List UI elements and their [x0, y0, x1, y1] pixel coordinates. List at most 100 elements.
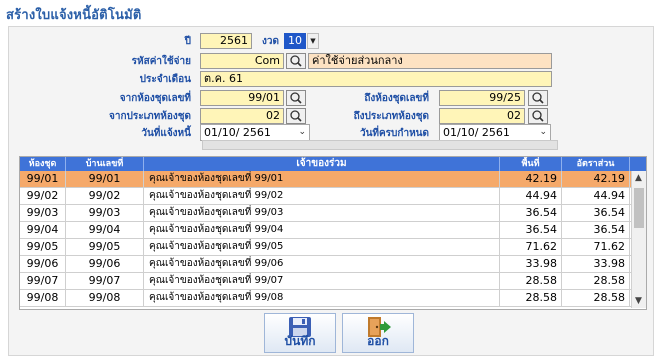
due-date-value: 01/10/ 2561: [443, 126, 510, 139]
cell-owner: คุณเจ้าของห้องชุดเลขที่ 99/08: [144, 290, 500, 306]
scroll-up-icon[interactable]: ▲: [635, 173, 642, 183]
save-button[interactable]: บันทึก: [264, 313, 336, 353]
col-header-ratio[interactable]: อัตราส่วน: [562, 157, 630, 171]
cell-room: 99/05: [20, 239, 66, 255]
cell-room: 99/03: [20, 205, 66, 221]
table-row[interactable]: 99/05 99/05 คุณเจ้าของห้องชุดเลขที่ 99/05 7…: [20, 239, 646, 256]
exit-button-label: ออก: [367, 334, 389, 348]
magnifier-icon: [290, 92, 302, 104]
cell-house-no: 99/02: [66, 188, 144, 204]
year-field[interactable]: 2561: [200, 33, 252, 49]
to-room-search-button[interactable]: [528, 90, 548, 106]
from-type-search-button[interactable]: [286, 108, 306, 124]
col-header-room[interactable]: ห้องชุด: [20, 157, 66, 171]
cell-house-no: 99/08: [66, 290, 144, 306]
expense-search-button[interactable]: [286, 53, 306, 69]
cell-ratio: 36.54: [562, 205, 630, 221]
magnifier-icon: [532, 110, 544, 122]
cell-ratio: 44.94: [562, 188, 630, 204]
cell-area: 42.19: [500, 171, 562, 187]
magnifier-icon: [290, 55, 302, 67]
chevron-down-icon[interactable]: ⌄: [539, 125, 547, 140]
chevron-down-icon[interactable]: ▼: [307, 33, 319, 49]
cell-area: 33.98: [500, 256, 562, 272]
expense-code-label: รหัสค่าใช้จ่าย: [131, 56, 191, 67]
to-type-search-button[interactable]: [528, 108, 548, 124]
cell-house-no: 99/05: [66, 239, 144, 255]
from-type-label: จากประเภทห้องชุด: [109, 111, 191, 122]
cell-area: 28.58: [500, 290, 562, 306]
cell-area: 28.58: [500, 273, 562, 289]
scroll-down-icon[interactable]: ▼: [635, 296, 642, 306]
year-label: ปี: [184, 36, 191, 47]
table-row[interactable]: 99/03 99/03 คุณเจ้าของห้องชุดเลขที่ 99/03 3…: [20, 205, 646, 222]
col-header-area[interactable]: พื้นที่: [500, 157, 562, 171]
from-room-search-button[interactable]: [286, 90, 306, 106]
magnifier-icon: [532, 92, 544, 104]
owners-grid[interactable]: ห้องชุด บ้านเลขที่ เจ้าของร่วม พื้นที่ อ…: [19, 156, 647, 310]
to-room-field[interactable]: 99/25: [439, 90, 525, 106]
from-type-field[interactable]: 02: [200, 108, 284, 124]
month-label: ประจำเดือน: [139, 74, 191, 85]
notify-date-picker[interactable]: 01/10/ 2561 ⌄: [200, 124, 310, 141]
cell-area: 36.54: [500, 205, 562, 221]
notify-date-label: วันที่แจ้งหนี้: [141, 128, 191, 139]
form-panel: ปี 2561 งวด 10 ▼ รหัสค่าใช้จ่าย Com ค่าใ…: [8, 26, 654, 356]
cell-room: 99/08: [20, 290, 66, 306]
expense-name-field: ค่าใช้จ่ายส่วนกลาง: [308, 53, 552, 69]
table-row[interactable]: 99/06 99/06 คุณเจ้าของห้องชุดเลขที่ 99/06 3…: [20, 256, 646, 273]
cell-owner: คุณเจ้าของห้องชุดเลขที่ 99/07: [144, 273, 500, 289]
cell-room: 99/01: [20, 171, 66, 187]
save-button-label: บันทึก: [284, 334, 316, 348]
col-header-owner[interactable]: เจ้าของร่วม: [144, 157, 500, 171]
month-field[interactable]: ต.ค. 61: [200, 71, 552, 87]
cell-room: 99/06: [20, 256, 66, 272]
cell-house-no: 99/01: [66, 171, 144, 187]
notify-date-value: 01/10/ 2561: [204, 126, 271, 139]
table-row[interactable]: 99/02 99/02 คุณเจ้าของห้องชุดเลขที่ 99/02 4…: [20, 188, 646, 205]
cell-house-no: 99/06: [66, 256, 144, 272]
cell-ratio: 33.98: [562, 256, 630, 272]
cell-owner: คุณเจ้าของห้องชุดเลขที่ 99/04: [144, 222, 500, 238]
grid-body: 99/01 99/01 คุณเจ้าของห้องชุดเลขที่ 99/01 4…: [20, 171, 646, 307]
cell-owner: คุณเจ้าของห้องชุดเลขที่ 99/06: [144, 256, 500, 272]
cell-room: 99/04: [20, 222, 66, 238]
cell-house-no: 99/03: [66, 205, 144, 221]
cell-area: 71.62: [500, 239, 562, 255]
cell-ratio: 28.58: [562, 273, 630, 289]
to-type-field[interactable]: 02: [439, 108, 525, 124]
period-select[interactable]: 10: [284, 33, 306, 49]
grid-header: ห้องชุด บ้านเลขที่ เจ้าของร่วม พื้นที่ อ…: [20, 157, 646, 171]
chevron-down-icon[interactable]: ⌄: [298, 125, 306, 140]
from-room-field[interactable]: 99/01: [200, 90, 284, 106]
magnifier-icon: [290, 110, 302, 122]
cell-ratio: 36.54: [562, 222, 630, 238]
cell-ratio: 71.62: [562, 239, 630, 255]
cell-house-no: 99/04: [66, 222, 144, 238]
cell-owner: คุณเจ้าของห้องชุดเลขที่ 99/02: [144, 188, 500, 204]
to-room-label: ถึงห้องชุดเลขที่: [364, 93, 429, 104]
cell-ratio: 28.58: [562, 290, 630, 306]
from-room-label: จากห้องชุดเลขที่: [119, 93, 191, 104]
table-row[interactable]: 99/07 99/07 คุณเจ้าของห้องชุดเลขที่ 99/07 2…: [20, 273, 646, 290]
cell-room: 99/02: [20, 188, 66, 204]
due-date-picker[interactable]: 01/10/ 2561 ⌄: [439, 124, 551, 141]
expense-code-field[interactable]: Com: [200, 53, 284, 69]
to-type-label: ถึงประเภทห้องชุด: [353, 111, 429, 122]
cell-room: 99/07: [20, 273, 66, 289]
cell-area: 36.54: [500, 222, 562, 238]
table-row[interactable]: 99/04 99/04 คุณเจ้าของห้องชุดเลขที่ 99/04 3…: [20, 222, 646, 239]
cell-owner: คุณเจ้าของห้องชุดเลขที่ 99/05: [144, 239, 500, 255]
table-row[interactable]: 99/01 99/01 คุณเจ้าของห้องชุดเลขที่ 99/01 4…: [20, 171, 646, 188]
exit-button[interactable]: ออก: [342, 313, 414, 353]
cell-owner: คุณเจ้าของห้องชุดเลขที่ 99/03: [144, 205, 500, 221]
scroll-thumb[interactable]: [634, 188, 644, 228]
progress-bar: [202, 140, 558, 150]
vertical-scrollbar[interactable]: ▲ ▼: [631, 171, 646, 308]
table-row[interactable]: 99/08 99/08 คุณเจ้าของห้องชุดเลขที่ 99/08 2…: [20, 290, 646, 307]
col-header-house-no[interactable]: บ้านเลขที่: [66, 157, 144, 171]
cell-owner: คุณเจ้าของห้องชุดเลขที่ 99/01: [144, 171, 500, 187]
cell-ratio: 42.19: [562, 171, 630, 187]
period-label: งวด: [262, 36, 279, 47]
due-date-label: วันที่ครบกำหนด: [359, 128, 429, 139]
